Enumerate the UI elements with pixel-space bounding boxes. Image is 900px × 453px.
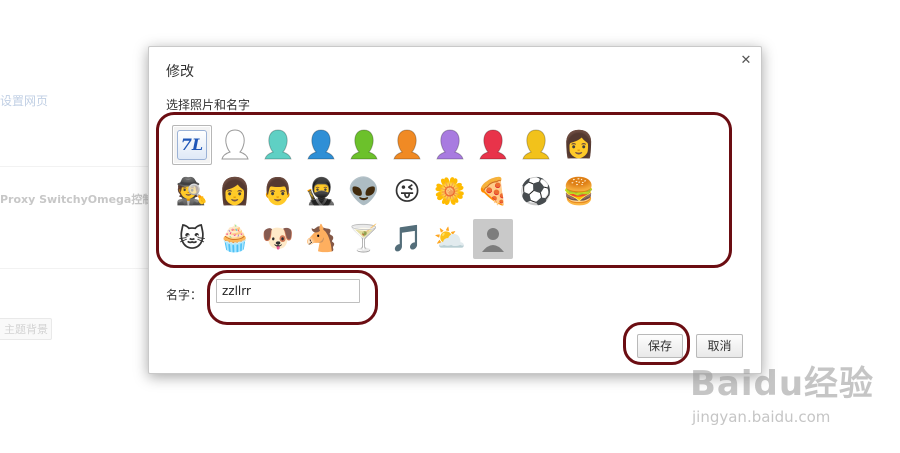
dialog-title: 修改 bbox=[166, 64, 194, 80]
close-icon[interactable]: ✕ bbox=[740, 54, 752, 67]
highlight-avatar-grid bbox=[156, 112, 732, 268]
cancel-button[interactable]: 取消 bbox=[696, 334, 743, 358]
highlight-save-button bbox=[623, 322, 690, 365]
choose-photo-label: 选择照片和名字 bbox=[166, 98, 251, 112]
highlight-name-input bbox=[207, 270, 378, 325]
watermark-url: jingyan.baidu.com bbox=[692, 408, 831, 426]
name-label: 名字： bbox=[166, 288, 203, 302]
watermark-logo: Baidu经验 bbox=[690, 364, 875, 404]
baidu-watermark: Baidu经验 jingyan.baidu.com bbox=[690, 356, 895, 436]
